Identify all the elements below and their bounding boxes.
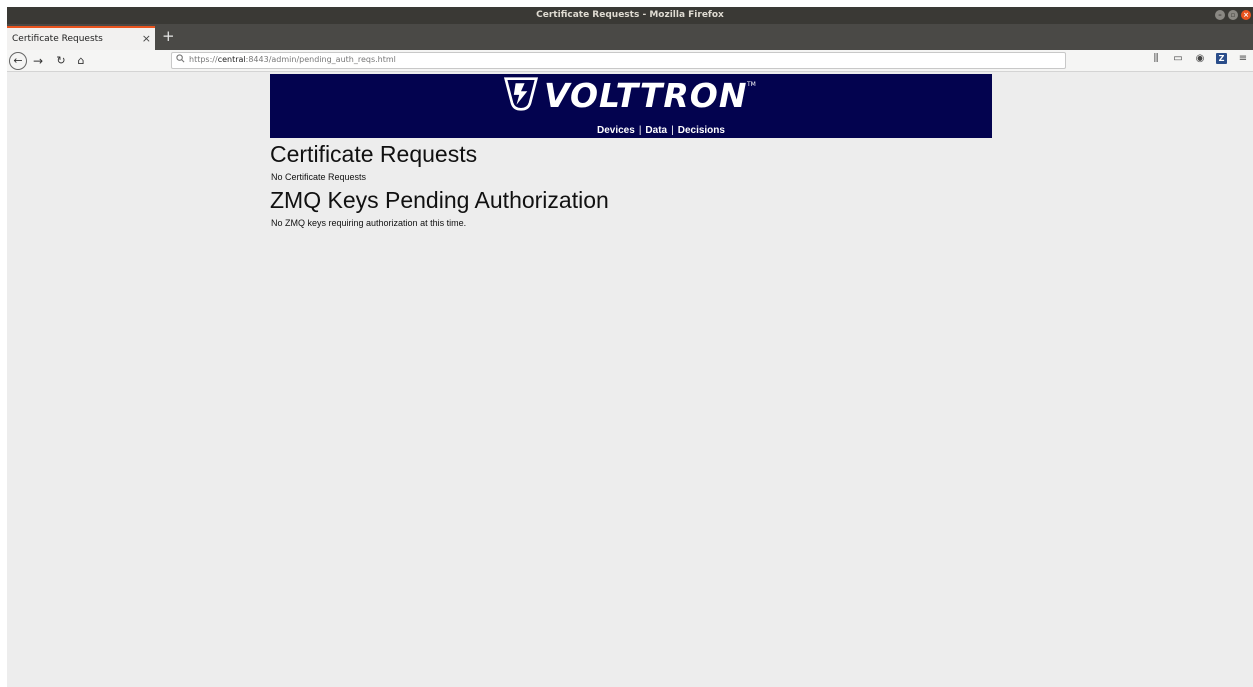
window-controls: – ▫ ×: [1215, 10, 1251, 20]
trademark: TM: [747, 81, 756, 88]
browser-window: Certificate Requests - Mozilla Firefox –…: [7, 7, 1253, 687]
window-title: Certificate Requests - Mozilla Firefox: [536, 10, 724, 20]
zmq-keys-status: No ZMQ keys requiring authorization at t…: [271, 218, 467, 228]
url-bar[interactable]: https://central:8443/admin/pending_auth_…: [171, 52, 1066, 69]
navigation-toolbar: ← → ↻ ⌂ https://central:8443/admin/pendi…: [7, 50, 1253, 72]
url-text: https://central:8443/admin/pending_auth_…: [189, 55, 396, 64]
new-tab-icon[interactable]: +: [162, 27, 175, 45]
forward-icon[interactable]: →: [31, 52, 45, 70]
tagline-data: Data: [645, 125, 668, 136]
account-icon[interactable]: ◉: [1194, 53, 1206, 64]
maximize-button[interactable]: ▫: [1228, 10, 1238, 20]
back-icon[interactable]: ←: [9, 52, 27, 70]
volttron-banner: VOLTTRON TM Devices | Data | Decisions: [270, 74, 992, 138]
url-host: central: [217, 55, 246, 64]
reload-icon[interactable]: ↻: [54, 52, 68, 70]
tagline-separator: |: [638, 125, 642, 136]
page-content: VOLTTRON TM Devices | Data | Decisions Certi…: [7, 72, 1253, 687]
tab-strip: Certificate Requests × +: [7, 24, 1253, 52]
tagline-decisions: Decisions: [677, 125, 725, 136]
tab-label: Certificate Requests: [12, 34, 103, 44]
sidebar-icon[interactable]: ▭: [1172, 53, 1184, 64]
title-bar: Certificate Requests - Mozilla Firefox –…: [7, 7, 1253, 24]
home-icon[interactable]: ⌂: [74, 52, 88, 70]
toolbar-icons: ⫼ ▭ ◉ Z ≡: [1150, 53, 1249, 64]
volttron-logo-icon: [503, 77, 539, 111]
minimize-button[interactable]: –: [1215, 10, 1225, 20]
certificate-requests-status: No Certificate Requests: [271, 172, 367, 182]
tagline-separator: |: [671, 125, 674, 136]
tagline: Devices | Data | Decisions: [597, 125, 725, 136]
tab-certificate-requests[interactable]: Certificate Requests ×: [7, 26, 155, 52]
search-icon: [176, 54, 185, 66]
close-tab-icon[interactable]: ×: [142, 32, 151, 45]
url-path: :8443/admin/pending_auth_reqs.html: [245, 55, 396, 64]
logo-text: VOLTTRON: [544, 76, 748, 115]
url-prefix: https://: [189, 55, 218, 64]
zotero-icon[interactable]: Z: [1216, 53, 1227, 64]
zmq-keys-heading: ZMQ Keys Pending Authorization: [270, 187, 609, 213]
certificate-requests-heading: Certificate Requests: [270, 141, 478, 167]
library-icon[interactable]: ⫼: [1150, 53, 1162, 64]
menu-icon[interactable]: ≡: [1237, 53, 1249, 64]
close-window-button[interactable]: ×: [1241, 10, 1251, 20]
tagline-devices: Devices: [597, 125, 635, 136]
